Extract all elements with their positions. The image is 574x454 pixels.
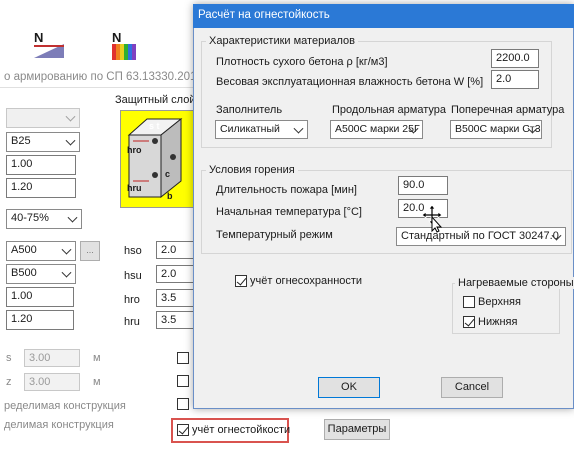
regime-label: Температурный режим bbox=[216, 229, 333, 241]
heated-sides-title: Нагреваемые стороны bbox=[455, 277, 574, 289]
main-subtitle: о армированию по СП 63.13330.2018 bbox=[4, 71, 203, 83]
fire-resistance-checkbox[interactable] bbox=[177, 424, 189, 436]
bg-checkbox-3[interactable] bbox=[177, 398, 189, 410]
divisible-construction-1: ределимая конструкция bbox=[4, 400, 126, 412]
z-label: z bbox=[6, 376, 12, 388]
diagram-label-c: c bbox=[165, 169, 171, 179]
ok-button[interactable]: OK bbox=[318, 377, 380, 398]
rebar-class-select-2[interactable]: B500 bbox=[6, 264, 76, 284]
fire-resistance-label: учёт огнестойкости bbox=[192, 424, 291, 436]
move-cursor-icon bbox=[420, 203, 444, 233]
dialog-title: Расчёт на огнестойкость bbox=[198, 9, 330, 21]
hro-label: hro bbox=[124, 294, 140, 306]
filler-label: Заполнитель bbox=[216, 104, 283, 116]
hso-field[interactable]: 2.0 bbox=[156, 241, 196, 259]
diagram-label-hro: hro bbox=[127, 145, 142, 155]
long-rebar-select[interactable]: А500С марки 25Г bbox=[330, 120, 423, 139]
fire-protection-label: учёт огнесохранности bbox=[250, 275, 363, 287]
hso-label: hso bbox=[124, 245, 142, 257]
trans-rebar-select[interactable]: В500С марки Ст3 bbox=[450, 120, 542, 139]
s-field[interactable]: 3.00 bbox=[24, 349, 80, 367]
z-unit: м bbox=[93, 376, 101, 388]
hru-field[interactable]: 3.5 bbox=[156, 311, 196, 329]
s-label: s bbox=[6, 352, 12, 364]
trans-rebar-label: Поперечная арматура bbox=[451, 104, 565, 116]
coef-field-4[interactable]: 1.20 bbox=[6, 310, 74, 330]
burn-conditions-title: Условия горения bbox=[206, 164, 298, 176]
hru-label: hru bbox=[124, 316, 140, 328]
coef-field-1[interactable]: 1.00 bbox=[6, 155, 76, 175]
bottom-side-checkbox[interactable] bbox=[463, 316, 475, 328]
bottom-side-label: Нижняя bbox=[478, 316, 518, 328]
moisture-field[interactable]: 2.0 bbox=[491, 70, 539, 89]
section-diagram: s t hro hru c b bbox=[120, 110, 198, 208]
duration-label: Длительность пожара [мин] bbox=[216, 184, 357, 196]
density-label: Плотность сухого бетона ρ [кг/м3] bbox=[216, 56, 388, 68]
ellipsis-button[interactable]: ... bbox=[80, 241, 100, 261]
moisture-label: Весовая эксплуатационная влажность бетон… bbox=[216, 76, 484, 88]
hsu-field[interactable]: 2.0 bbox=[156, 265, 196, 283]
toolbar-icon-n-spectrum[interactable]: N bbox=[110, 30, 144, 62]
materials-group-title: Характеристики материалов bbox=[206, 35, 358, 47]
hro-field[interactable]: 3.5 bbox=[156, 289, 196, 307]
fire-protection-checkbox[interactable] bbox=[235, 275, 247, 287]
protect-layer-title: Защитный слой а bbox=[115, 94, 205, 106]
left-combo-top[interactable] bbox=[6, 108, 80, 128]
coef-field-2[interactable]: 1.20 bbox=[6, 178, 76, 198]
diagram-label-st: s t bbox=[149, 121, 160, 131]
bg-checkbox-2[interactable] bbox=[177, 375, 189, 387]
s-unit: м bbox=[93, 352, 101, 364]
cancel-button[interactable]: Cancel bbox=[441, 377, 503, 398]
top-side-label: Верхняя bbox=[478, 296, 521, 308]
long-rebar-label: Продольная арматура bbox=[332, 104, 446, 116]
filler-select[interactable]: Силикатный bbox=[215, 120, 308, 139]
start-temp-label: Начальная температура [°С] bbox=[216, 206, 362, 218]
toolbar-divider bbox=[0, 87, 200, 88]
diagram-label-hru: hru bbox=[127, 183, 142, 193]
duration-field[interactable]: 90.0 bbox=[398, 176, 448, 195]
concrete-class-select[interactable]: B25 bbox=[6, 132, 80, 152]
bg-checkbox-1[interactable] bbox=[177, 352, 189, 364]
coef-field-3[interactable]: 1.00 bbox=[6, 287, 74, 307]
z-field[interactable]: 3.00 bbox=[24, 373, 80, 391]
divisible-construction-2: делимая конструкция bbox=[4, 419, 114, 431]
top-side-checkbox[interactable] bbox=[463, 296, 475, 308]
density-field[interactable]: 2200.0 bbox=[491, 49, 539, 68]
humidity-select[interactable]: 40-75% bbox=[6, 209, 82, 229]
hsu-label: hsu bbox=[124, 270, 142, 282]
parameters-button[interactable]: Параметры bbox=[324, 419, 390, 440]
toolbar-icon-n-triangle[interactable]: N bbox=[32, 30, 66, 62]
rebar-class-select-1[interactable]: A500 bbox=[6, 241, 76, 261]
diagram-label-b: b bbox=[167, 191, 173, 201]
